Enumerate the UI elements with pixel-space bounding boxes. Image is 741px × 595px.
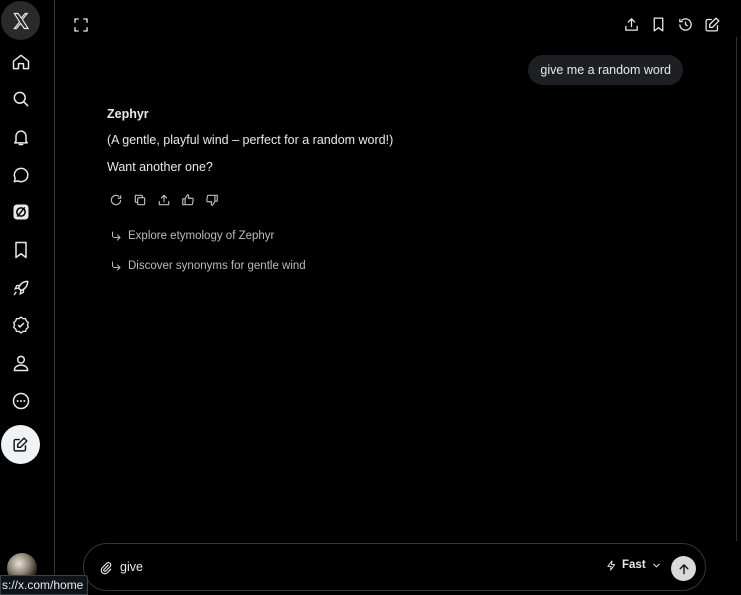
dislike-button[interactable] <box>204 192 219 207</box>
like-button[interactable] <box>180 192 195 207</box>
arrow-icon <box>112 261 121 271</box>
share-response-button[interactable] <box>156 192 171 207</box>
sidebar-item-rocket[interactable] <box>0 269 41 307</box>
response-actions <box>108 192 219 207</box>
sidebar-item-search[interactable] <box>0 80 41 118</box>
search-icon <box>13 91 28 107</box>
assistant-response: Zephyr (A gentle, playful wind – perfect… <box>107 107 393 187</box>
regenerate-button[interactable] <box>108 192 123 207</box>
sidebar-item-verified[interactable] <box>0 306 41 344</box>
suggestion-item[interactable]: Discover synonyms for gentle wind <box>110 260 306 272</box>
arrow-up-icon <box>679 563 688 574</box>
sidebar-item-home[interactable] <box>0 43 41 81</box>
model-label: Fast <box>622 559 646 571</box>
suggestion-item[interactable]: Explore etymology of Zephyr <box>110 230 274 242</box>
share-button[interactable] <box>621 14 641 34</box>
topbar-actions <box>621 14 722 34</box>
model-selector[interactable]: Fast <box>606 559 662 571</box>
verified-icon <box>12 316 29 334</box>
share-icon <box>624 17 638 31</box>
status-url: s://x.com/home <box>0 575 89 595</box>
arrow-icon <box>112 231 121 241</box>
suggestion-label: Discover synonyms for gentle wind <box>128 260 306 272</box>
message-input[interactable]: give <box>120 560 143 574</box>
sidebar <box>0 0 55 591</box>
rocket-icon <box>13 280 28 296</box>
more-icon <box>12 392 29 410</box>
thumbs-down-icon <box>205 194 218 206</box>
user-message: give me a random word <box>528 55 683 85</box>
new-chat-button[interactable] <box>702 14 722 34</box>
composer: give Fast <box>83 543 706 591</box>
paperclip-icon <box>100 562 112 575</box>
chevron-down-icon <box>652 563 660 567</box>
x-logo-icon <box>12 12 29 29</box>
bookmark-button[interactable] <box>648 14 668 34</box>
share-icon <box>158 194 169 205</box>
scrollbar[interactable] <box>736 37 737 541</box>
history-button[interactable] <box>675 14 695 34</box>
response-followup: Want another one? <box>107 160 213 174</box>
send-button[interactable] <box>671 556 696 581</box>
sidebar-item-profile[interactable] <box>0 344 41 382</box>
bookmark-icon <box>14 241 27 259</box>
copy-button[interactable] <box>132 192 147 207</box>
expand-icon <box>74 18 88 32</box>
sidebar-item-messages[interactable] <box>0 156 41 194</box>
refresh-icon <box>110 194 121 205</box>
fullscreen-button[interactable] <box>72 16 90 34</box>
thumbs-up-icon <box>181 193 194 205</box>
copy-icon <box>134 194 145 205</box>
grok-icon <box>13 204 28 220</box>
edit-icon <box>704 16 720 32</box>
messages-icon <box>13 167 29 183</box>
history-icon <box>678 17 692 31</box>
sidebar-item-bookmarks[interactable] <box>0 231 41 269</box>
suggestion-label: Explore etymology of Zephyr <box>128 230 275 242</box>
bookmark-icon <box>653 16 663 32</box>
sidebar-item-grok[interactable] <box>0 193 41 231</box>
compose-icon <box>13 437 28 452</box>
response-title: Zephyr <box>107 107 149 121</box>
x-logo-button[interactable] <box>1 1 40 40</box>
profile-icon <box>13 355 28 372</box>
sidebar-item-more[interactable] <box>0 382 41 420</box>
attach-button[interactable] <box>99 561 113 575</box>
lightning-icon <box>607 559 616 571</box>
response-text: (A gentle, playful wind – perfect for a … <box>107 133 394 147</box>
sidebar-item-notifications[interactable] <box>0 118 41 156</box>
home-icon <box>12 54 29 70</box>
compose-button[interactable] <box>1 425 40 464</box>
bell-icon <box>13 130 28 146</box>
